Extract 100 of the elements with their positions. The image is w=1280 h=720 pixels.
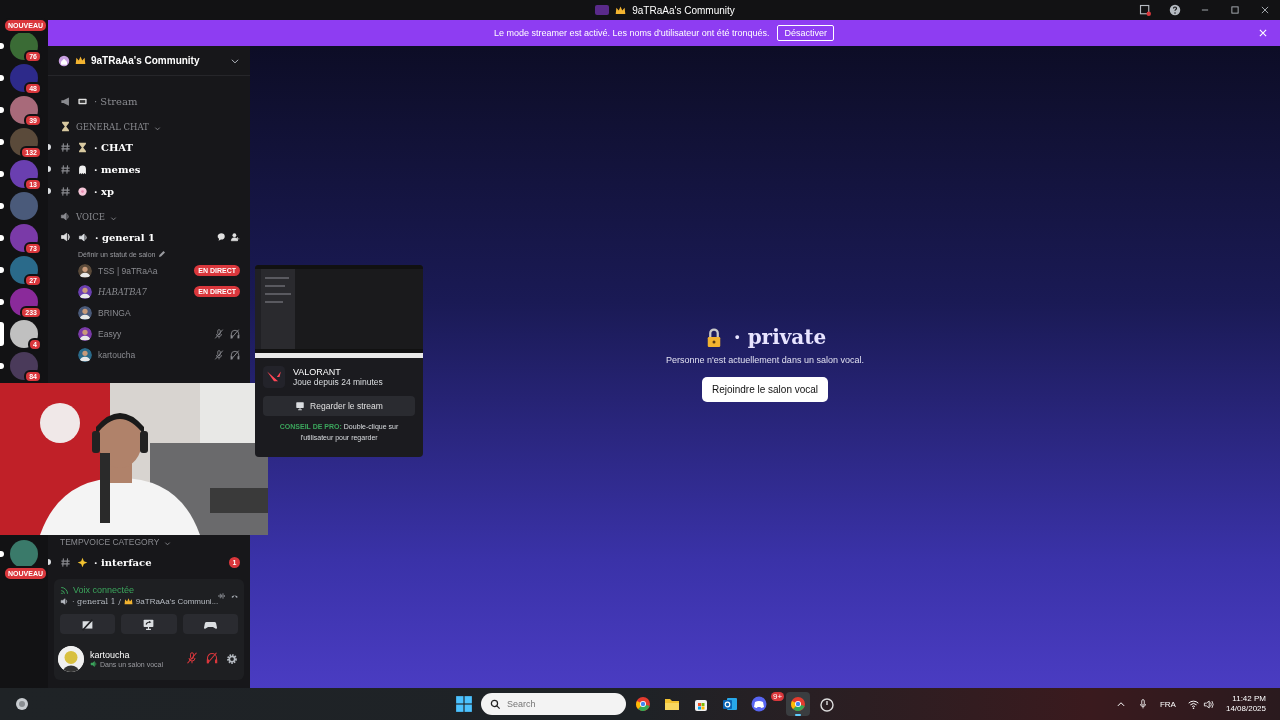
server-icon[interactable] [10, 128, 38, 156]
server-icon[interactable] [10, 96, 38, 124]
member-name[interactable]: HABATBA7 [98, 286, 189, 297]
search-field[interactable]: Search [481, 693, 626, 715]
add-member-icon[interactable] [230, 232, 240, 242]
timer-icon [819, 696, 835, 712]
hash-icon [60, 556, 71, 568]
language-indicator[interactable]: FRA [1159, 699, 1176, 709]
member-name[interactable]: BRINGA [98, 307, 240, 318]
member-name[interactable]: Easyy [98, 328, 208, 339]
empty-message: Personne n'est actuellement dans un salon vocal. [666, 354, 864, 365]
server-icon[interactable] [10, 256, 38, 284]
server-name[interactable]: 9aTRaAa's Community [91, 55, 225, 66]
avatar [78, 305, 92, 320]
help-icon[interactable] [1169, 4, 1181, 16]
unread-indicator [0, 267, 4, 273]
clock-time[interactable]: 11:42 PM [1225, 693, 1266, 704]
hourglass-icon [77, 141, 88, 153]
banner-text: Le mode streamer est activé. Les noms d'utilisateur ont été tronqués. [494, 28, 770, 38]
pencil-icon [158, 250, 167, 258]
wifi-icon[interactable] [1187, 698, 1199, 710]
server-icon [58, 54, 70, 67]
channel-title: · private [733, 324, 827, 349]
inbox-icon[interactable] [1139, 4, 1151, 16]
browser-icon [790, 696, 806, 712]
settings-icon[interactable] [226, 653, 238, 665]
join-voice-button[interactable]: Rejoindre le salon vocal [701, 376, 829, 402]
avatar [78, 347, 92, 362]
chat-app-icon [751, 696, 767, 712]
chevron-up-icon[interactable] [1115, 699, 1126, 709]
unread-indicator [0, 203, 4, 209]
category-label[interactable]: GENERAL CHAT [76, 122, 149, 132]
window-title: 9aTRaAa's Community [632, 4, 735, 16]
megaphone-icon [60, 95, 71, 107]
stream-preview[interactable] [255, 265, 423, 358]
channel-name[interactable]: · general 1 [95, 231, 155, 243]
server-icon[interactable] [10, 224, 38, 252]
search-icon [490, 699, 501, 710]
mail-icon [722, 696, 738, 712]
sparkle-icon [77, 556, 88, 568]
flower-icon [77, 185, 88, 197]
member-name[interactable]: kartoucha [98, 349, 208, 360]
speaker-icon [90, 660, 98, 668]
channel-name[interactable]: · interface [94, 556, 152, 568]
server-name[interactable]: 9aTRaAa's Communi... [135, 597, 219, 606]
hash-icon [60, 141, 71, 153]
mute-icon[interactable] [186, 652, 198, 664]
unread-indicator [0, 171, 4, 177]
selected-indicator [0, 322, 4, 346]
channel-name[interactable]: · memes [94, 163, 141, 175]
server-logo-icon [595, 5, 610, 15]
user-name: kartoucha [90, 650, 131, 660]
clock-date[interactable]: 14/08/2025 [1225, 704, 1266, 715]
channel-name[interactable]: · Stream [94, 95, 138, 107]
category-label[interactable]: VOICE [76, 212, 106, 222]
hourglass-icon [60, 121, 71, 132]
disable-button[interactable]: Désactiver [777, 25, 834, 41]
chevron-down-icon [153, 125, 161, 132]
chevron-down-icon [110, 215, 118, 222]
deafen-icon[interactable] [206, 652, 218, 664]
signal-icon [60, 585, 70, 595]
unread-indicator [0, 139, 4, 145]
camera-off-icon [81, 617, 95, 631]
avatar [78, 326, 92, 341]
microphone-icon[interactable] [1137, 699, 1148, 709]
game-icon [263, 366, 285, 388]
server-icon[interactable] [10, 320, 38, 348]
folder-icon [664, 696, 680, 712]
member-name[interactable]: TSS | 9aTRaAa [98, 265, 189, 276]
ghost-icon [77, 163, 88, 175]
widgets-icon[interactable] [14, 696, 30, 712]
server-icon[interactable] [10, 288, 38, 316]
category-label[interactable]: TEMPVOICE CATEGORY [60, 537, 160, 547]
user-avatar[interactable] [58, 646, 84, 672]
close-icon[interactable] [1260, 5, 1270, 15]
channel-name[interactable]: · xp [94, 185, 114, 197]
server-icon[interactable] [10, 160, 38, 188]
unread-indicator [0, 551, 4, 557]
activity-button[interactable] [182, 614, 238, 634]
maximize-icon[interactable] [1230, 5, 1240, 15]
server-icon[interactable] [10, 352, 38, 380]
deafened-headphones-icon [230, 349, 240, 360]
unread-indicator [0, 235, 4, 241]
server-icon[interactable] [10, 64, 38, 92]
watch-stream-button[interactable]: Regarder le stream [263, 396, 415, 416]
camera-off-button[interactable] [60, 614, 116, 634]
volume-icon[interactable] [1202, 698, 1214, 710]
avatar [78, 263, 92, 278]
voice-channel[interactable]: · general 1 / [72, 597, 121, 606]
notification-badge: 9+ [771, 692, 785, 701]
crown-icon [615, 4, 627, 16]
activity-time: Joue depuis 24 minutes [293, 377, 383, 387]
screen-share-icon [295, 401, 306, 411]
screen-share-button[interactable] [121, 614, 177, 634]
start-icon[interactable] [455, 695, 473, 713]
chat-icon[interactable] [216, 232, 226, 242]
voice-status: Voix connectée [73, 585, 135, 595]
channel-name[interactable]: · CHAT [94, 141, 134, 153]
taskbar-app[interactable] [786, 692, 810, 716]
unread-indicator [0, 299, 4, 305]
